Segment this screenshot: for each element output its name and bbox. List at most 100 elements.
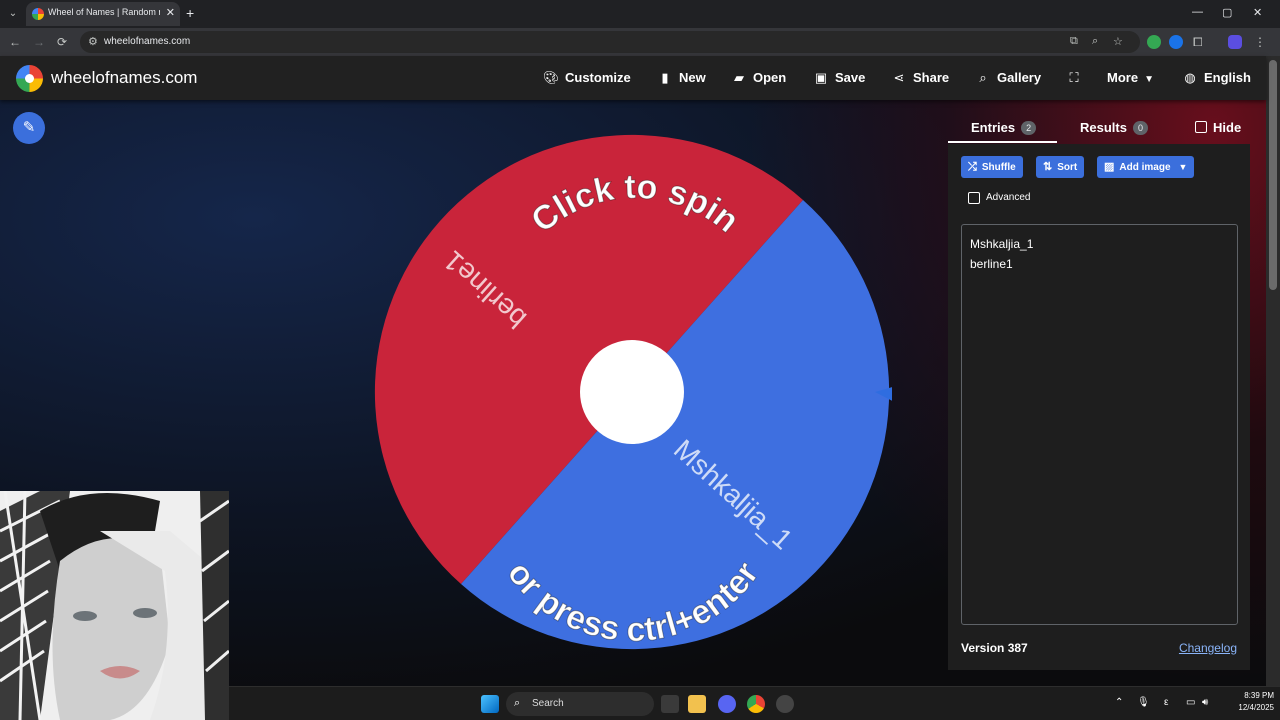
folder-open-icon: ▰	[734, 70, 744, 85]
hide-label[interactable]: Hide	[1213, 120, 1241, 135]
edit-pencil-icon[interactable]: ✎	[13, 112, 45, 144]
maximize-button[interactable]: ▢	[1222, 6, 1232, 19]
new-label: New	[679, 70, 706, 85]
forward-button[interactable]: →	[33, 34, 45, 50]
language-label: English	[1204, 70, 1251, 85]
wheel[interactable]: berline1 Mshkaljia_1 Click to spin or pr…	[372, 132, 892, 652]
webcam-overlay-image	[0, 491, 229, 720]
site-name[interactable]: wheelofnames.com	[51, 68, 197, 88]
url-text[interactable]: wheelofnames.com	[104, 36, 190, 47]
advanced-label[interactable]: Advanced	[986, 192, 1030, 203]
shuffle-button[interactable]: ⤮ Shuffle	[961, 156, 1023, 178]
site-logo-icon[interactable]	[16, 65, 43, 92]
wheel-svg[interactable]: berline1 Mshkaljia_1 Click to spin or pr…	[372, 132, 892, 652]
globe-icon: ◍	[1184, 70, 1196, 85]
shuffle-label: Shuffle	[981, 162, 1016, 173]
browser-menu-icon[interactable]: ⋮	[1254, 34, 1266, 50]
site-info-icon[interactable]: ⚙	[88, 35, 98, 48]
tab-close-icon[interactable]: ✕	[166, 6, 175, 19]
shuffle-icon: ⤮	[968, 161, 977, 173]
taskbar-search[interactable]: ⌕ Search	[506, 692, 654, 716]
fullscreen-button[interactable]: ⛶	[1066, 70, 1088, 86]
search-icon: ⌕	[514, 697, 521, 709]
palette-icon: 🎨︎	[543, 70, 560, 85]
back-button[interactable]: ←	[9, 34, 21, 50]
hide-checkbox[interactable]	[1195, 121, 1207, 133]
system-clock[interactable]: 8:39 PM 12/4/2025	[1218, 690, 1274, 714]
sort-label: Sort	[1057, 162, 1078, 173]
volume-icon[interactable]: 🔊︎	[1202, 697, 1208, 708]
page-scrollbar[interactable]	[1266, 56, 1280, 686]
extension-shield-icon[interactable]	[1147, 35, 1161, 49]
site-header: wheelofnames.com 🎨︎ Customize ▮ New ▰ Open …	[0, 56, 1266, 100]
browser-tab-bar: ⌄ Wheel of Names | Random name picker ✕ …	[0, 0, 1280, 28]
tab-entries[interactable]: Entries 2	[971, 120, 1037, 135]
wheel-center-hub[interactable]	[580, 340, 684, 444]
language-button[interactable]: ◍ English	[1182, 70, 1251, 86]
new-button[interactable]: ▮ New	[657, 70, 706, 86]
file-explorer-icon[interactable]	[688, 695, 706, 713]
entry-line[interactable]: Mshkaljia_1	[970, 237, 1033, 251]
tab-search-icon[interactable]: ⌄	[4, 5, 22, 23]
add-image-label: Add image	[1119, 162, 1171, 173]
sort-button[interactable]: ⇅ Sort	[1036, 156, 1085, 178]
gallery-button[interactable]: ⌕ Gallery	[975, 70, 1041, 86]
share-button[interactable]: ⋖ Share	[891, 70, 950, 86]
microphone-icon[interactable]: 🎙︎	[1137, 697, 1150, 708]
open-button[interactable]: ▰ Open	[731, 70, 786, 86]
entries-textarea[interactable]: Mshkaljia_1 berline1	[961, 224, 1238, 625]
more-menu-button[interactable]: More ▼	[1107, 70, 1154, 85]
caret-down-icon: ▼	[1144, 74, 1154, 85]
new-tab-button[interactable]: +	[186, 5, 194, 21]
network-icon[interactable]: ▭	[1186, 697, 1195, 708]
browser-tab[interactable]: Wheel of Names | Random name picker ✕	[26, 2, 180, 26]
minimize-button[interactable]: —	[1192, 6, 1203, 18]
search-icon: ⌕	[979, 70, 987, 85]
close-window-button[interactable]: ✕	[1253, 6, 1262, 19]
scrollbar-thumb[interactable]	[1269, 60, 1277, 290]
discord-icon[interactable]	[718, 695, 736, 713]
bookmark-star-icon[interactable]: ☆	[1113, 35, 1123, 48]
gallery-label: Gallery	[997, 70, 1042, 85]
extensions-puzzle-icon[interactable]: ⧠	[1193, 34, 1203, 50]
reload-button[interactable]: ⟳	[57, 34, 67, 50]
active-tab-indicator	[948, 141, 1057, 143]
tab-results[interactable]: Results 0	[1080, 120, 1148, 135]
results-tab-label: Results	[1080, 120, 1127, 135]
sort-icon: ⇅	[1043, 161, 1053, 173]
tab-title: Wheel of Names | Random name picker	[48, 7, 160, 17]
image-icon: ▨	[1104, 161, 1115, 173]
customize-button[interactable]: 🎨︎ Customize	[543, 70, 631, 86]
results-count-badge: 0	[1132, 121, 1148, 135]
address-bar[interactable]: ⚙ wheelofnames.com ⧉ ⌕ ☆	[80, 31, 1140, 53]
file-icon: ▮	[661, 70, 669, 85]
clock-date: 12/4/2025	[1238, 703, 1274, 712]
chrome-icon[interactable]	[747, 695, 765, 713]
save-button[interactable]: ▣ Save	[813, 70, 866, 86]
extension-blue-icon[interactable]	[1169, 35, 1183, 49]
more-label: More	[1107, 70, 1139, 85]
profile-icon[interactable]	[1228, 35, 1242, 49]
changelog-link[interactable]: Changelog	[1179, 641, 1237, 655]
entry-line[interactable]: berline1	[970, 257, 1013, 271]
customize-label: Customize	[565, 70, 631, 85]
task-view-icon[interactable]	[661, 695, 679, 713]
open-label: Open	[753, 70, 787, 85]
clock-time: 8:39 PM	[1244, 691, 1274, 700]
entries-panel: ⤮ Shuffle ⇅ Sort ▨ Add image ▼ Advanced Mshk…	[948, 144, 1250, 670]
taskbar-search-text: Search	[532, 698, 564, 709]
advanced-checkbox[interactable]	[968, 192, 980, 204]
app-icon[interactable]	[776, 695, 794, 713]
portrait-photo	[0, 491, 229, 720]
browser-toolbar: ← → ⟳ ⚙ wheelofnames.com ⧉ ⌕ ☆ ⧠ ⋮	[0, 28, 1280, 56]
tray-overflow-icon[interactable]: ⌃	[1115, 697, 1123, 708]
fullscreen-icon: ⛶	[1069, 70, 1079, 85]
sidebar-tabs: Entries 2 Results 0 Hide	[948, 106, 1250, 144]
input-language[interactable]: ε	[1164, 697, 1168, 708]
zoom-icon[interactable]: ⌕	[1092, 35, 1098, 48]
tab-favicon-icon	[32, 8, 44, 20]
add-image-button[interactable]: ▨ Add image ▼	[1097, 156, 1195, 178]
save-icon: ▣	[814, 70, 828, 85]
windows-start-icon[interactable]	[481, 695, 499, 713]
translate-icon[interactable]: ⧉	[1070, 35, 1078, 48]
